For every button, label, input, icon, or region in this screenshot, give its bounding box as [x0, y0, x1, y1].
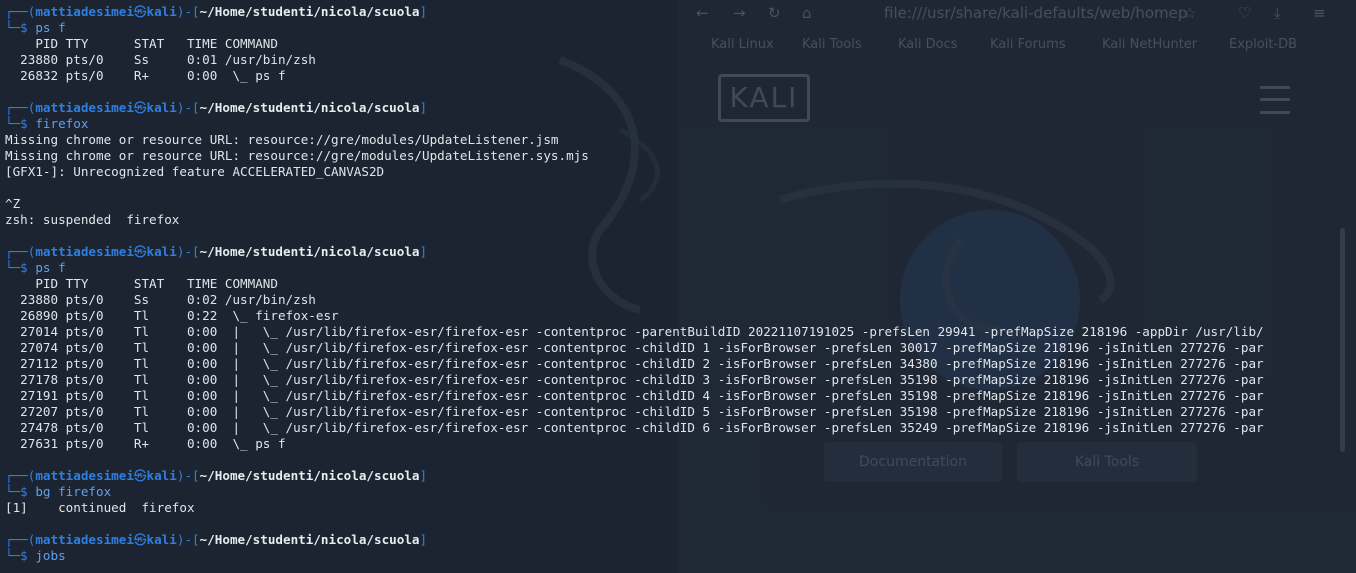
output-text: 27014 pts/0 Tl 0:00 | \_ /usr/lib/firefo… [5, 324, 1264, 339]
output-line: 27478 pts/0 Tl 0:00 | \_ /usr/lib/firefo… [5, 420, 1264, 436]
prompt-user: mattiadesimei [35, 244, 134, 259]
prompt-frame: ] [419, 100, 428, 115]
output-text: 26832 pts/0 R+ 0:00 \_ ps f [5, 68, 286, 83]
command-line: └─$ bg firefox [5, 484, 111, 500]
output-text: PID TTY STAT TIME COMMAND [5, 36, 278, 51]
prompt-frame: ] [419, 532, 428, 547]
output-text: 27207 pts/0 Tl 0:00 | \_ /usr/lib/firefo… [5, 404, 1264, 419]
command-text: firefox [35, 116, 89, 131]
terminal[interactable]: ┌──(mattiadesimei㉿kali)-[~/Home/studenti… [0, 0, 1356, 573]
prompt-cwd: ~/Home/studenti/nicola/scuola [199, 4, 420, 19]
command-text: ps f [35, 20, 66, 35]
prompt-symbol: └─$ [5, 116, 36, 131]
prompt-at: ㉿ [133, 4, 147, 19]
prompt-line: ┌──(mattiadesimei㉿kali)-[~/Home/studenti… [5, 532, 427, 548]
prompt-symbol: └─$ [5, 20, 36, 35]
prompt-cwd: ~/Home/studenti/nicola/scuola [199, 100, 420, 115]
output-line: 26890 pts/0 Tl 0:22 \_ firefox-esr [5, 308, 339, 324]
prompt-symbol: └─$ [5, 484, 36, 499]
output-line: zsh: suspended firefox [5, 212, 179, 228]
output-line: 23880 pts/0 Ss 0:01 /usr/bin/zsh [5, 52, 316, 68]
output-text: [GFX1-]: Unrecognized feature ACCELERATE… [5, 164, 385, 179]
prompt-cwd: ~/Home/studenti/nicola/scuola [199, 244, 420, 259]
prompt-user: mattiadesimei [35, 100, 134, 115]
output-line: Missing chrome or resource URL: resource… [5, 148, 589, 164]
prompt-cwd: ~/Home/studenti/nicola/scuola [199, 532, 420, 547]
prompt-frame: ┌──( [5, 532, 36, 547]
output-text: ^Z [5, 196, 21, 211]
output-line: PID TTY STAT TIME COMMAND [5, 36, 278, 52]
output-text: 23880 pts/0 Ss 0:02 /usr/bin/zsh [5, 292, 316, 307]
prompt-user: mattiadesimei [35, 4, 134, 19]
output-text: 27178 pts/0 Tl 0:00 | \_ /usr/lib/firefo… [5, 372, 1264, 387]
output-line: 27191 pts/0 Tl 0:00 | \_ /usr/lib/firefo… [5, 388, 1264, 404]
command-line: └─$ jobs [5, 548, 66, 564]
prompt-frame: )-[ [176, 4, 200, 19]
output-text: [1] continued firefox [5, 500, 195, 515]
prompt-frame: ┌──( [5, 468, 36, 483]
prompt-host: kali [146, 532, 177, 547]
prompt-symbol: └─$ [5, 548, 36, 563]
prompt-frame: ┌──( [5, 244, 36, 259]
output-text: 27191 pts/0 Tl 0:00 | \_ /usr/lib/firefo… [5, 388, 1264, 403]
output-line: ^Z [5, 196, 20, 212]
output-line: PID TTY STAT TIME COMMAND [5, 276, 278, 292]
command-text: bg firefox [35, 484, 112, 499]
prompt-host: kali [146, 4, 177, 19]
screen: ← → ↻ ⌂ file:///usr/share/kali-defaults/… [0, 0, 1356, 573]
output-line: 27014 pts/0 Tl 0:00 | \_ /usr/lib/firefo… [5, 324, 1264, 340]
output-text: PID TTY STAT TIME COMMAND [5, 276, 278, 291]
command-text: jobs [35, 548, 66, 563]
prompt-frame: )-[ [176, 100, 200, 115]
command-line: └─$ ps f [5, 20, 66, 36]
output-line: 27112 pts/0 Tl 0:00 | \_ /usr/lib/firefo… [5, 356, 1264, 372]
output-line: 26832 pts/0 R+ 0:00 \_ ps f [5, 68, 286, 84]
output-text: 27112 pts/0 Tl 0:00 | \_ /usr/lib/firefo… [5, 356, 1264, 371]
prompt-host: kali [146, 468, 177, 483]
prompt-at: ㉿ [133, 532, 147, 547]
prompt-frame: )-[ [176, 532, 200, 547]
prompt-frame: ] [419, 4, 428, 19]
prompt-at: ㉿ [133, 100, 147, 115]
output-line: [1] continued firefox [5, 500, 195, 516]
output-line: 27207 pts/0 Tl 0:00 | \_ /usr/lib/firefo… [5, 404, 1264, 420]
output-text: 27074 pts/0 Tl 0:00 | \_ /usr/lib/firefo… [5, 340, 1264, 355]
output-line: 27074 pts/0 Tl 0:00 | \_ /usr/lib/firefo… [5, 340, 1264, 356]
prompt-cwd: ~/Home/studenti/nicola/scuola [199, 468, 420, 483]
prompt-line: ┌──(mattiadesimei㉿kali)-[~/Home/studenti… [5, 4, 427, 20]
output-text: Missing chrome or resource URL: resource… [5, 132, 559, 147]
output-text: 27631 pts/0 R+ 0:00 \_ ps f [5, 436, 286, 451]
output-text: 27478 pts/0 Tl 0:00 | \_ /usr/lib/firefo… [5, 420, 1264, 435]
prompt-user: mattiadesimei [35, 532, 134, 547]
prompt-frame: )-[ [176, 244, 200, 259]
prompt-host: kali [146, 100, 177, 115]
prompt-line: ┌──(mattiadesimei㉿kali)-[~/Home/studenti… [5, 244, 427, 260]
output-line: 27631 pts/0 R+ 0:00 \_ ps f [5, 436, 286, 452]
output-line: 27178 pts/0 Tl 0:00 | \_ /usr/lib/firefo… [5, 372, 1264, 388]
prompt-host: kali [146, 244, 177, 259]
prompt-line: ┌──(mattiadesimei㉿kali)-[~/Home/studenti… [5, 468, 427, 484]
prompt-frame: ┌──( [5, 4, 36, 19]
output-text: zsh: suspended firefox [5, 212, 180, 227]
output-line: Missing chrome or resource URL: resource… [5, 132, 559, 148]
output-line: [GFX1-]: Unrecognized feature ACCELERATE… [5, 164, 384, 180]
output-text: Missing chrome or resource URL: resource… [5, 148, 589, 163]
output-text: 26890 pts/0 Tl 0:22 \_ firefox-esr [5, 308, 339, 323]
prompt-frame: ┌──( [5, 100, 36, 115]
prompt-line: ┌──(mattiadesimei㉿kali)-[~/Home/studenti… [5, 100, 427, 116]
prompt-symbol: └─$ [5, 260, 36, 275]
prompt-frame: )-[ [176, 468, 200, 483]
command-text: ps f [35, 260, 66, 275]
prompt-frame: ] [419, 244, 428, 259]
command-line: └─$ ps f [5, 260, 66, 276]
prompt-at: ㉿ [133, 244, 147, 259]
prompt-frame: ] [419, 468, 428, 483]
prompt-at: ㉿ [133, 468, 147, 483]
output-text: 23880 pts/0 Ss 0:01 /usr/bin/zsh [5, 52, 316, 67]
output-line: 23880 pts/0 Ss 0:02 /usr/bin/zsh [5, 292, 316, 308]
prompt-user: mattiadesimei [35, 468, 134, 483]
command-line: └─$ firefox [5, 116, 88, 132]
